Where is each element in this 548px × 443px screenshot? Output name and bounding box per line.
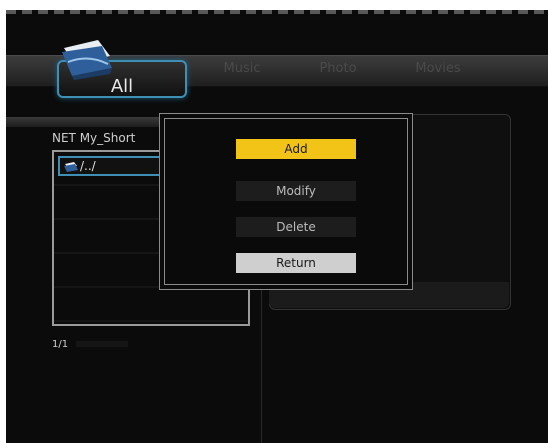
delete-button[interactable]: Delete — [236, 217, 356, 237]
tab-movies[interactable]: Movies — [398, 56, 478, 82]
tab-photo[interactable]: Photo — [298, 56, 378, 82]
current-path: NET My_Short — [52, 131, 136, 145]
options-dialog-frame: Add Modify Delete Return — [164, 118, 408, 285]
modify-button[interactable]: Modify — [236, 181, 356, 201]
media-player-screen: All Music Photo Movies NET My_Short /../… — [6, 10, 548, 443]
tab-music[interactable]: Music — [202, 56, 282, 82]
add-button[interactable]: Add — [236, 139, 356, 159]
sub-bar — [6, 117, 176, 127]
tab-movies-label: Movies — [415, 61, 461, 76]
page-bar — [76, 341, 128, 347]
folder-up-icon — [64, 162, 78, 172]
list-item-label: /../ — [80, 159, 96, 173]
return-button[interactable]: Return — [236, 253, 356, 273]
options-dialog: Add Modify Delete Return — [159, 113, 413, 290]
page-indicator: 1/1 — [52, 339, 69, 350]
top-border — [6, 10, 548, 14]
tab-photo-label: Photo — [319, 61, 357, 76]
list-item-parent-folder[interactable]: /../ — [58, 156, 168, 176]
tab-music-label: Music — [223, 61, 261, 76]
folder-icon — [62, 40, 112, 80]
